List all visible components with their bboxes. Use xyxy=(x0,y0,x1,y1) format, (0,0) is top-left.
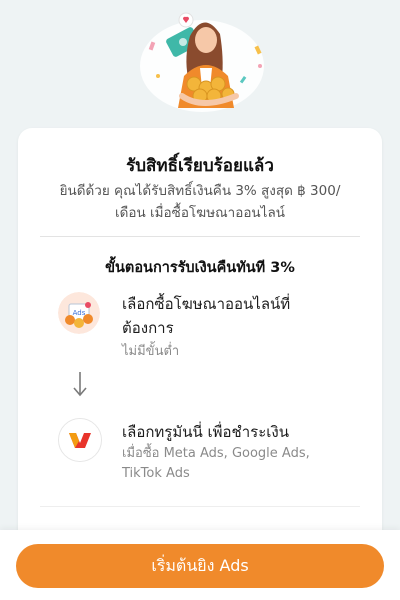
hero-illustration xyxy=(120,6,280,116)
subtitle-line-2: เดือน เมื่อซื้อโฆษณาออนไลน์ xyxy=(115,205,285,221)
step-2-title: เลือกทรูมันนี่ เพื่อชำระเงิน xyxy=(122,423,289,441)
truemoney-wallet-icon xyxy=(58,418,102,462)
bottom-divider xyxy=(40,506,360,507)
step-1-title-line-1: เลือกซื้อโฆษณาออนไลน์ที่ xyxy=(122,295,291,313)
divider xyxy=(40,236,360,237)
step-1-title-line-2: ต้องการ xyxy=(122,319,174,337)
ads-badge-text: Ads xyxy=(73,309,86,317)
scroll-peek-icon xyxy=(190,520,210,536)
step-2-description-line-1: เมื่อซื้อ Meta Ads, Google Ads, xyxy=(122,446,310,461)
start-ads-button[interactable]: เริ่มต้นยิง Ads xyxy=(16,544,384,588)
card-subtitle: ยินดีด้วย คุณได้รับสิทธิ์เงินคืน 3% สูงส… xyxy=(40,180,360,224)
arrow-down-icon xyxy=(70,370,90,398)
step-2-description: เมื่อซื้อ Meta Ads, Google Ads, TikTok A… xyxy=(122,444,362,484)
bottom-action-bar: เริ่มต้นยิง Ads xyxy=(0,530,400,600)
cashback-success-screen: รับสิทธิ์เรียบร้อยแล้ว ยินดีด้วย คุณได้ร… xyxy=(0,0,400,600)
cashback-card: รับสิทธิ์เรียบร้อยแล้ว ยินดีด้วย คุณได้ร… xyxy=(18,128,382,548)
step-1-description: ไม่มีขั้นต่ำ xyxy=(122,344,180,359)
ads-coins-icon: Ads xyxy=(58,292,100,334)
step-2-description-line-2: TikTok Ads xyxy=(122,466,190,481)
subtitle-line-1: ยินดีด้วย คุณได้รับสิทธิ์เงินคืน 3% สูงส… xyxy=(59,183,341,199)
card-title: รับสิทธิ์เรียบร้อยแล้ว xyxy=(126,156,274,176)
steps-title: ขั้นตอนการรับเงินคืนทันที 3% xyxy=(105,260,295,276)
step-1-title: เลือกซื้อโฆษณาออนไลน์ที่ ต้องการ xyxy=(122,292,362,340)
